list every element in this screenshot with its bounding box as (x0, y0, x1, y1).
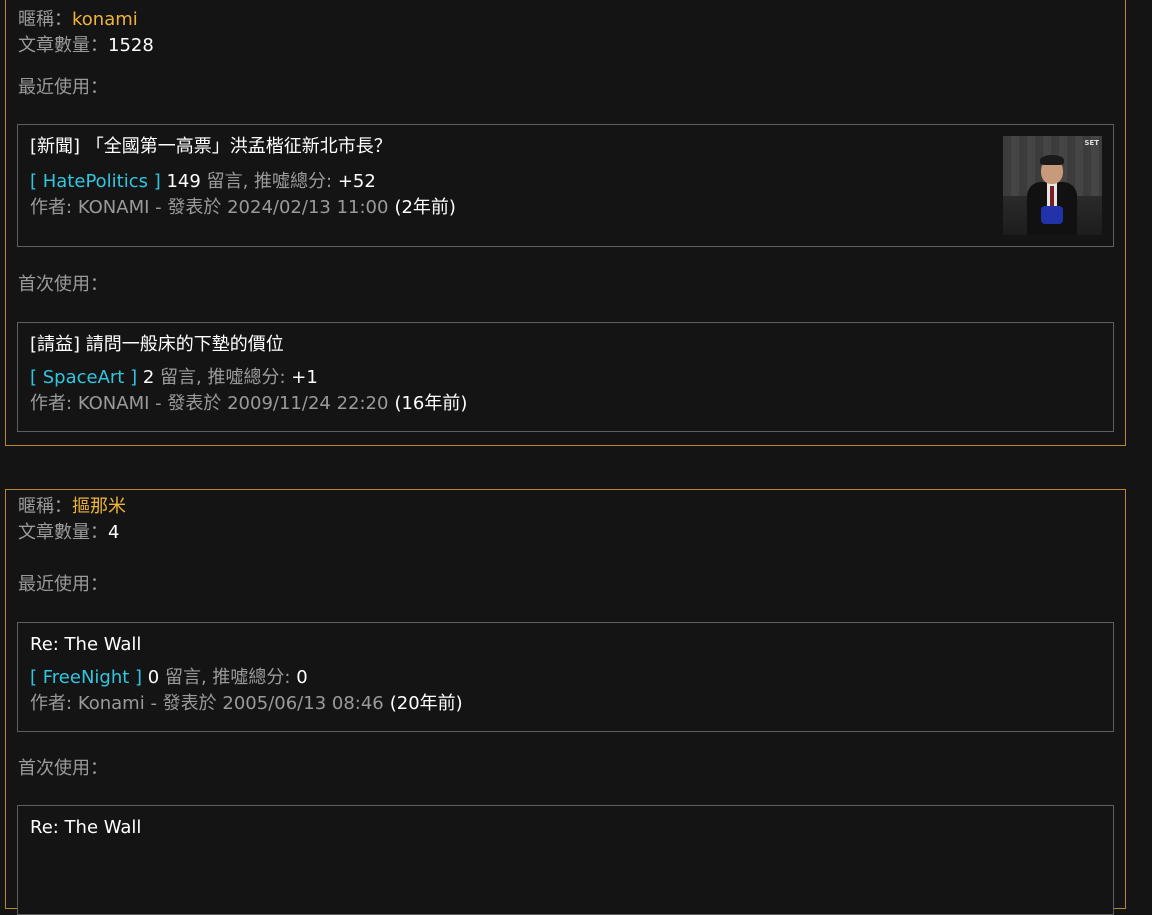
post-title-link[interactable]: Re: The Wall (30, 815, 141, 841)
post-meta: 作者: Konami - 發表於 2005/06/13 08:46 (20年前) (30, 692, 463, 716)
post-age: (16年前) (394, 393, 468, 414)
post-meta: 作者: KONAMI - 發表於 2009/11/24 22:20 (16年前) (30, 392, 467, 416)
post-datetime: 2005/06/13 08:46 (222, 693, 384, 714)
user-card: 暱稱：摳那米 文章數量：4 最近使用： Re: The Wall [ FreeN… (5, 489, 1126, 915)
author-name: KONAMI (77, 197, 150, 218)
post-datetime: 2009/11/24 22:20 (227, 393, 389, 414)
nickname-row: 暱稱：konami (18, 8, 138, 32)
comments-score-label: 留言, 推噓總分: (206, 171, 333, 192)
thumbnail-microphone (1041, 206, 1063, 224)
comments-score-label: 留言, 推噓總分: (160, 367, 286, 388)
push-score: 0 (296, 667, 308, 688)
first-post-card[interactable]: [請益] 請問一般床的下墊的價位 [ SpaceArt ] 2 留言, 推噓總分… (17, 322, 1114, 432)
push-score: +1 (291, 367, 318, 388)
article-count-value: 1528 (108, 35, 154, 56)
author-label: 作者: (30, 197, 73, 218)
post-title-link[interactable]: [新聞] 「全國第一高票」洪孟楷征新北市長？ (30, 134, 392, 160)
nickname-value: 摳那米 (72, 496, 126, 517)
thumbnail-figure-tie (1050, 186, 1054, 206)
post-title-link[interactable]: [請益] 請問一般床的下墊的價位 (30, 332, 284, 358)
post-age: (2年前) (394, 197, 456, 218)
post-stats: [ FreeNight ] 0 留言, 推噓總分: 0 (30, 666, 308, 690)
nickname-row: 暱稱：摳那米 (18, 495, 126, 519)
board-link[interactable]: [ SpaceArt ] (30, 367, 137, 388)
recent-use-label: 最近使用： (18, 77, 108, 98)
post-stats: [ SpaceArt ] 2 留言, 推噓總分: +1 (30, 366, 318, 390)
push-score: +52 (337, 171, 376, 192)
first-use-label: 首次使用： (18, 758, 108, 779)
author-label: 作者: (30, 393, 73, 414)
thumbnail-figure-hair (1040, 155, 1064, 165)
author-label: 作者: (30, 693, 73, 714)
post-meta: 作者: KONAMI - 發表於 2024/02/13 11:00 (2年前) (30, 196, 456, 220)
user-card: 暱稱：konami 文章數量：1528 最近使用： [新聞] 「全國第一高票」洪… (5, 0, 1126, 446)
nickname-label: 暱稱： (18, 9, 72, 30)
comment-count: 2 (142, 367, 155, 388)
comments-score-label: 留言, 推噓總分: (164, 667, 291, 688)
thumbnail-channel-logo: SET (1084, 139, 1099, 147)
comment-count: 0 (147, 667, 160, 688)
nickname-value: konami (72, 9, 138, 30)
nickname-label: 暱稱： (18, 496, 72, 517)
post-title-link[interactable]: Re: The Wall (30, 632, 141, 658)
first-use-label: 首次使用： (18, 274, 108, 295)
posted-label: - 發表於 (155, 197, 222, 218)
board-link[interactable]: [ HatePolitics ] (30, 171, 161, 192)
first-post-card[interactable]: Re: The Wall (17, 805, 1114, 915)
recent-post-card[interactable]: [新聞] 「全國第一高票」洪孟楷征新北市長？ [ HatePolitics ] … (17, 124, 1114, 247)
article-count-row: 文章數量：4 (18, 521, 119, 545)
post-stats: [ HatePolitics ] 149 留言, 推噓總分: +52 (30, 170, 376, 194)
recent-use-label: 最近使用： (18, 574, 108, 595)
article-count-label: 文章數量： (18, 522, 108, 543)
recent-post-card[interactable]: Re: The Wall [ FreeNight ] 0 留言, 推噓總分: 0… (17, 622, 1114, 732)
article-count-row: 文章數量：1528 (18, 34, 154, 58)
comment-count: 149 (166, 171, 201, 192)
author-name: Konami (77, 693, 145, 714)
post-datetime: 2024/02/13 11:00 (227, 197, 389, 218)
article-count-value: 4 (108, 522, 120, 543)
author-name: KONAMI (77, 393, 150, 414)
posted-label: - 發表於 (150, 693, 217, 714)
news-thumbnail-image[interactable]: SET (1003, 136, 1102, 235)
article-count-label: 文章數量： (18, 35, 108, 56)
board-link[interactable]: [ FreeNight ] (30, 667, 142, 688)
post-age: (20年前) (389, 693, 463, 714)
posted-label: - 發表於 (155, 393, 222, 414)
